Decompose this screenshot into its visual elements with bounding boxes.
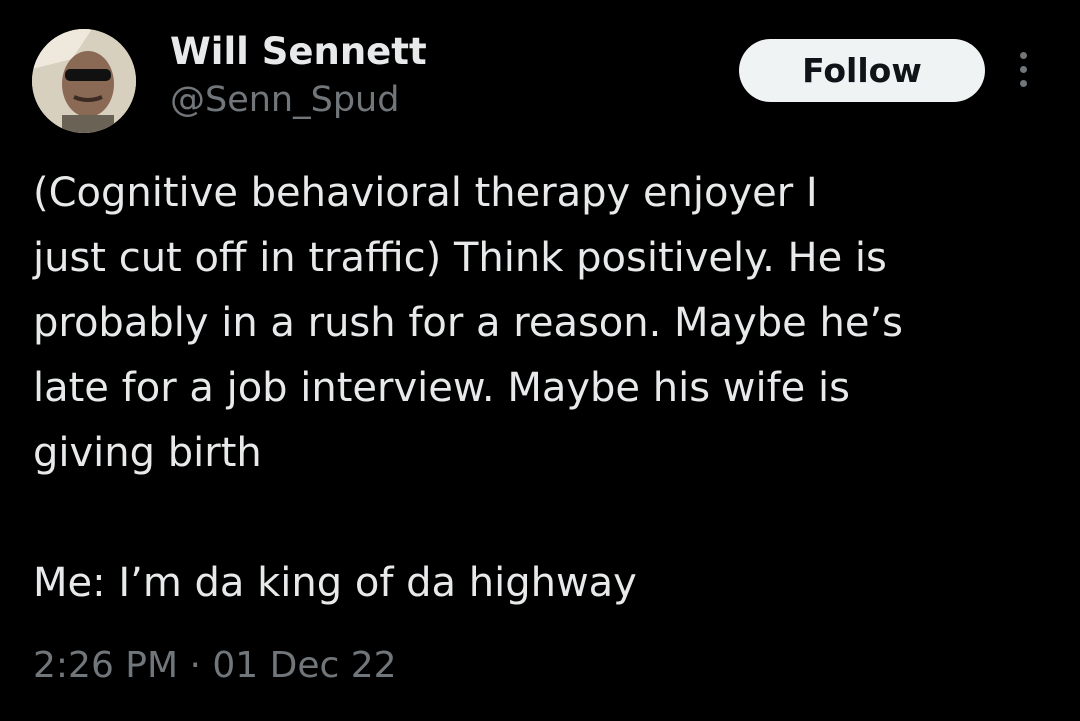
more-dot [1020,52,1027,59]
tweet-line: Me: I’m da king of da highway [33,560,637,606]
follow-button[interactable]: Follow [739,39,985,102]
tweet-line: (Cognitive behavioral therapy enjoyer I [33,170,818,216]
author-display-name[interactable]: Will Sennett [170,30,427,73]
avatar[interactable] [32,29,136,133]
tweet-line: giving birth [33,430,262,476]
more-options-icon[interactable] [1010,48,1038,92]
tweet-timestamp[interactable]: 2:26 PM · 01 Dec 22 [33,645,397,686]
tweet-line: late for a job interview. Maybe his wife… [33,365,850,411]
tweet-card: Will Sennett @Senn_Spud Follow (Cognitiv… [0,0,1080,721]
tweet-line: just cut off in traffic) Think positivel… [33,235,887,281]
more-dot [1020,80,1027,87]
tweet-line: probably in a rush for a reason. Maybe h… [33,300,903,346]
author-handle[interactable]: @Senn_Spud [170,80,399,120]
more-dot [1020,66,1027,73]
tweet-body: (Cognitive behavioral therapy enjoyer I j… [33,161,1043,616]
